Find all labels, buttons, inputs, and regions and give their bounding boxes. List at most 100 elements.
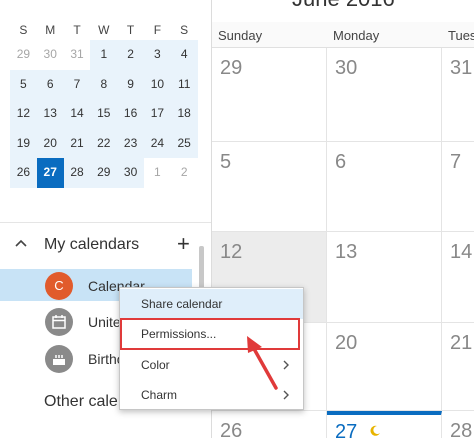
mini-calendar-day[interactable]: 1 bbox=[143, 158, 171, 188]
mini-calendar-day[interactable]: 14 bbox=[64, 99, 91, 129]
mini-calendar-day[interactable]: 13 bbox=[37, 99, 64, 129]
mini-calendar-today[interactable]: 27 bbox=[36, 158, 64, 188]
month-cell-date: 27 bbox=[335, 421, 358, 438]
mini-calendar-day[interactable]: 20 bbox=[37, 129, 64, 159]
mini-calendar-day[interactable]: 25 bbox=[171, 129, 198, 159]
month-cell-today[interactable]: 27 bbox=[327, 411, 442, 438]
month-cell-date: 26 bbox=[220, 420, 243, 438]
month-cell-date: 21 bbox=[450, 332, 473, 354]
color-menu-item[interactable]: Color bbox=[120, 350, 303, 380]
month-cell[interactable]: 7 bbox=[442, 142, 474, 232]
mini-calendar-day[interactable]: 30 bbox=[117, 158, 144, 188]
weekday-label: S bbox=[180, 23, 189, 37]
chevron-right-icon bbox=[283, 390, 289, 400]
mini-calendar-day[interactable]: 31 bbox=[63, 40, 91, 70]
mini-calendar-day[interactable]: 1 bbox=[90, 40, 117, 70]
month-cell[interactable]: 14 bbox=[442, 232, 474, 323]
month-cell[interactable]: 26 bbox=[212, 411, 327, 438]
divider bbox=[0, 222, 211, 223]
mini-calendar-day[interactable]: 16 bbox=[117, 99, 144, 129]
mini-calendar-day[interactable]: 11 bbox=[171, 70, 198, 100]
avatar bbox=[45, 345, 73, 373]
avatar bbox=[45, 308, 73, 336]
weekday-label: S bbox=[19, 23, 28, 37]
weekday-label: W bbox=[98, 23, 110, 37]
mini-calendar-weekday-row: S M T W T F S bbox=[10, 20, 198, 40]
month-cell[interactable]: 5 bbox=[212, 142, 327, 232]
my-calendars-label: My calendars bbox=[44, 236, 140, 253]
mini-calendar-day[interactable]: 28 bbox=[64, 158, 91, 188]
mini-calendar-day[interactable]: 9 bbox=[117, 70, 144, 100]
weekday-label: T bbox=[126, 23, 135, 37]
share-calendar-menu-item[interactable]: Share calendar bbox=[120, 289, 303, 319]
month-cell-date: 30 bbox=[335, 57, 358, 79]
mini-calendar-day[interactable]: 29 bbox=[90, 158, 117, 188]
mini-calendar-day[interactable]: 30 bbox=[36, 40, 64, 70]
month-cell-date: 28 bbox=[450, 420, 473, 438]
cake-icon bbox=[53, 355, 65, 365]
weekday-label: M bbox=[45, 23, 56, 37]
mini-calendar-day[interactable]: 29 bbox=[10, 40, 37, 70]
month-title: June 2016 bbox=[292, 0, 395, 12]
other-calendars-label[interactable]: Other cale bbox=[44, 393, 118, 411]
chevron-up-icon[interactable] bbox=[14, 236, 28, 250]
mini-calendar-day[interactable]: 2 bbox=[117, 40, 144, 70]
mini-calendar-day[interactable]: 3 bbox=[144, 40, 171, 70]
mini-calendar-day[interactable]: 22 bbox=[90, 129, 117, 159]
month-cell-date: 5 bbox=[220, 151, 232, 173]
chevron-right-icon bbox=[283, 360, 289, 370]
mini-calendar-day[interactable]: 17 bbox=[144, 99, 171, 129]
month-cell-date: 6 bbox=[335, 151, 347, 173]
weekday-label: T bbox=[73, 23, 81, 37]
mini-calendar-day[interactable]: 18 bbox=[171, 99, 198, 129]
month-cell[interactable]: 13 bbox=[327, 232, 442, 323]
calendar-name: Unite bbox=[88, 314, 121, 330]
month-cell-date: 20 bbox=[335, 332, 358, 354]
permissions-menu-item[interactable]: Permissions... bbox=[120, 319, 303, 349]
menu-item-label: Charm bbox=[141, 388, 178, 402]
month-cell-date: 7 bbox=[450, 151, 462, 173]
mini-calendar-day[interactable]: 21 bbox=[64, 129, 91, 159]
mini-calendar-day[interactable]: 23 bbox=[117, 129, 144, 159]
month-cell[interactable]: 29 bbox=[212, 48, 327, 142]
month-cell[interactable]: 28 bbox=[442, 411, 474, 438]
mini-calendar-day[interactable]: 2 bbox=[170, 158, 198, 188]
month-cell-date: 29 bbox=[220, 57, 243, 79]
day-header-row: Sunday Monday Tues bbox=[212, 22, 474, 48]
plus-icon[interactable]: + bbox=[177, 233, 190, 255]
menu-item-label: Color bbox=[141, 358, 170, 372]
charm-menu-item[interactable]: Charm bbox=[120, 380, 303, 410]
my-calendars-header[interactable]: My calendars + bbox=[0, 232, 211, 260]
mini-calendar-day[interactable]: 19 bbox=[10, 129, 37, 159]
menu-item-label: Permissions... bbox=[141, 327, 217, 341]
mini-calendar-day[interactable]: 5 bbox=[10, 70, 37, 100]
mini-calendar-day[interactable]: 15 bbox=[90, 99, 117, 129]
month-cell-date: 31 bbox=[450, 57, 473, 79]
mini-calendar-days: 29 30 31 1 2 3 4 5 6 7 8 9 10 11 12 13 14 15 16 17 18 19 20 21 2… bbox=[10, 40, 198, 188]
month-cell-date: 12 bbox=[220, 241, 243, 263]
mini-calendar-day[interactable]: 26 bbox=[10, 158, 37, 188]
day-header: Tues bbox=[448, 28, 474, 43]
mini-calendar-day[interactable]: 12 bbox=[10, 99, 37, 129]
month-cell[interactable]: 30 bbox=[327, 48, 442, 142]
mini-calendar-day[interactable]: 10 bbox=[144, 70, 171, 100]
mini-calendar: S M T W T F S 29 30 31 1 2 3 4 5 6 7 8 9 10 11 12 13 14 1… bbox=[10, 20, 198, 188]
mini-calendar-day[interactable]: 4 bbox=[171, 40, 198, 70]
month-cell[interactable]: 21 bbox=[442, 323, 474, 411]
month-cell-date: 13 bbox=[335, 241, 358, 263]
day-header: Monday bbox=[333, 28, 380, 43]
month-cell[interactable]: 6 bbox=[327, 142, 442, 232]
day-header: Sunday bbox=[218, 28, 263, 43]
mini-calendar-day[interactable]: 8 bbox=[90, 70, 117, 100]
weekday-label: F bbox=[153, 23, 162, 37]
context-menu: Share calendar Permissions... Color Char… bbox=[119, 287, 304, 410]
calendar-icon bbox=[52, 315, 66, 329]
avatar: C bbox=[45, 272, 73, 300]
month-cell-date: 14 bbox=[450, 241, 473, 263]
menu-item-label: Share calendar bbox=[141, 297, 223, 311]
mini-calendar-day[interactable]: 24 bbox=[144, 129, 171, 159]
mini-calendar-day[interactable]: 6 bbox=[37, 70, 64, 100]
mini-calendar-day[interactable]: 7 bbox=[64, 70, 91, 100]
month-cell[interactable]: 20 bbox=[327, 323, 442, 411]
month-cell[interactable]: 31 bbox=[442, 48, 474, 142]
